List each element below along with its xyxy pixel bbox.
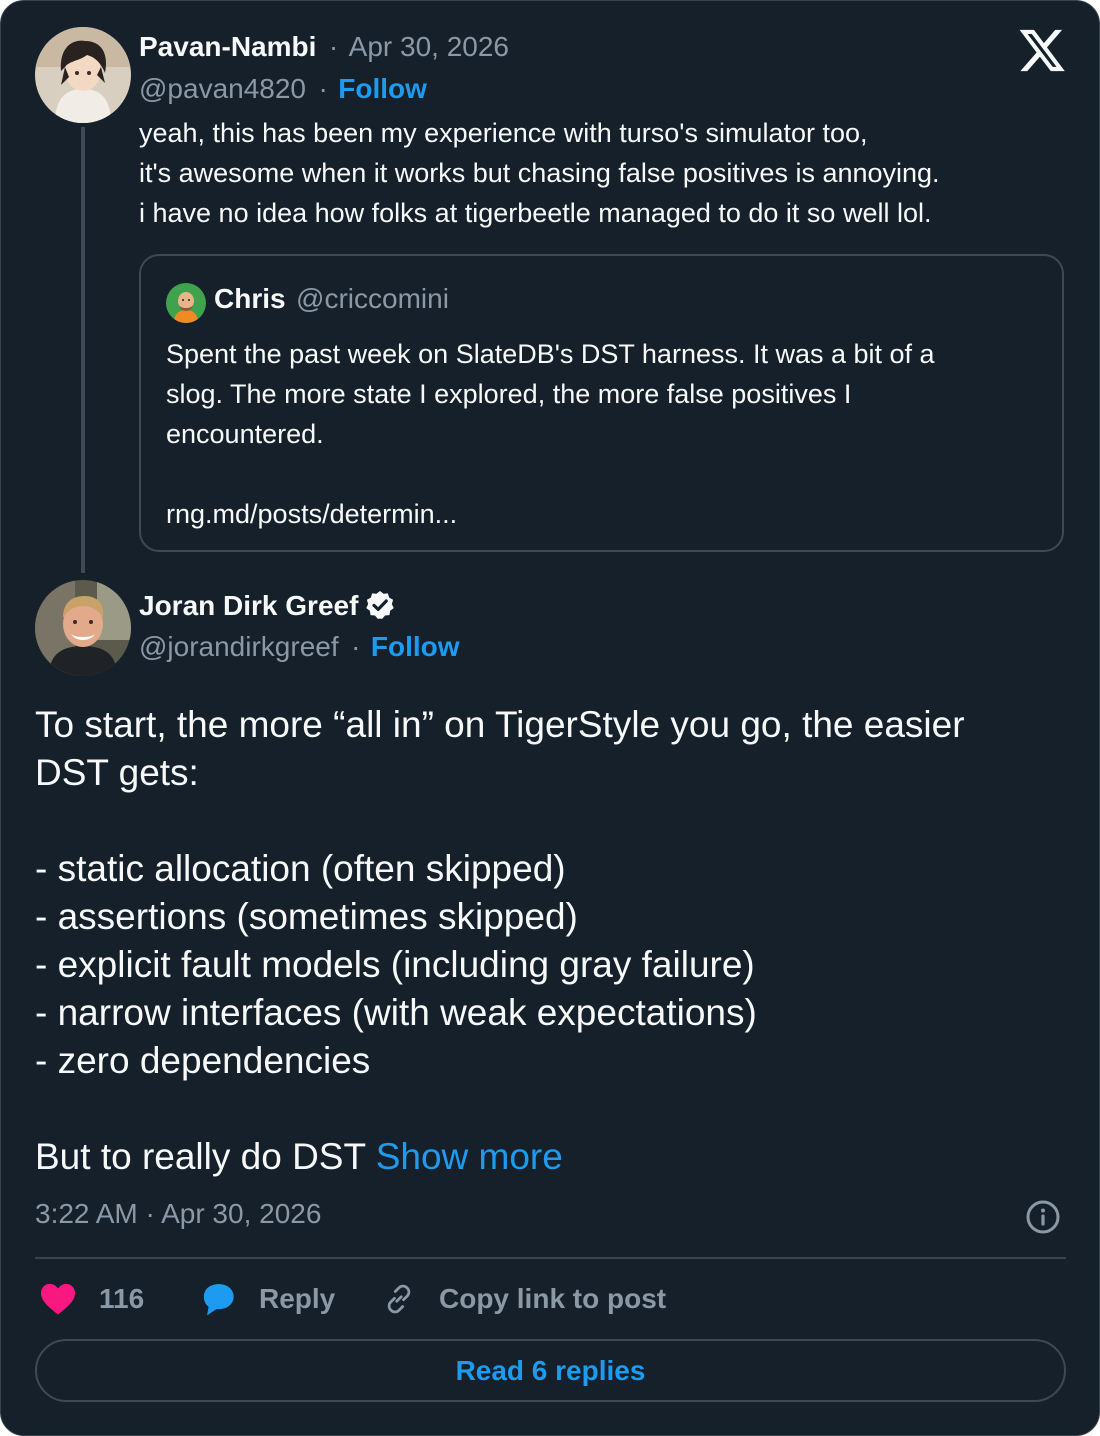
quoted-author-handle: @criccomini — [296, 283, 449, 314]
main-text-line: - assertions (sometimes skipped) — [35, 896, 578, 937]
main-text-line — [35, 797, 1065, 845]
parent-post-date[interactable]: Apr 30, 2026 — [349, 31, 509, 62]
info-icon[interactable] — [1025, 1199, 1061, 1235]
link-icon — [387, 1284, 411, 1314]
quoted-post-text: Spent the past week on SlateDB's DST har… — [166, 334, 1046, 534]
parent-text-line: it's awesome when it works but chasing f… — [139, 158, 940, 188]
main-author-name[interactable]: Joran Dirk Greef — [139, 590, 358, 621]
post-timestamp[interactable]: 3:22 AM · Apr 30, 2026 — [35, 1198, 321, 1230]
parent-author-row: Pavan-Nambi · Apr 30, 2026 — [139, 31, 509, 65]
like-count: 116 — [99, 1283, 145, 1314]
main-follow-button[interactable]: Follow — [371, 631, 460, 662]
parent-author-avatar[interactable] — [35, 27, 131, 123]
divider — [35, 1257, 1066, 1259]
quoted-text-line: encountered. — [166, 419, 324, 449]
main-handle-separator: · — [351, 631, 361, 662]
main-text-line: - explicit fault models (including gray … — [35, 944, 755, 985]
parent-text-line: i have no idea how folks at tigerbeetle … — [139, 198, 932, 228]
parent-handle-separator: · — [318, 73, 328, 104]
x-logo-icon[interactable] — [1019, 29, 1065, 73]
parent-separator: · — [328, 31, 339, 62]
quoted-post[interactable]: Chris @criccomini Spent the past week on… — [139, 254, 1064, 552]
reply-label: Reply — [259, 1283, 336, 1314]
main-text-last-line: But to really do DST Show more — [35, 1133, 1065, 1181]
quoted-post-link[interactable]: rng.md/posts/determin... — [166, 494, 1046, 534]
main-text-line — [35, 1085, 1065, 1133]
read-replies-button[interactable]: Read 6 replies — [35, 1339, 1066, 1402]
main-author-avatar[interactable] — [35, 580, 131, 676]
quoted-author-row: Chris @criccomini — [214, 283, 449, 315]
thread-connector-line — [81, 127, 85, 573]
main-text-line: - narrow interfaces (with weak expectati… — [35, 992, 757, 1033]
main-text-line: - zero dependencies — [35, 1040, 371, 1081]
parent-follow-button[interactable]: Follow — [338, 73, 427, 104]
quoted-author-name: Chris — [214, 283, 286, 314]
parent-handle-row: @pavan4820 · Follow — [139, 73, 427, 107]
reply-bubble-icon — [203, 1284, 234, 1316]
parent-post-text: yeah, this has been my experience with t… — [139, 113, 1069, 233]
main-text-line: - static allocation (often skipped) — [35, 848, 566, 889]
main-text-line: To start, the more “all in” on TigerStyl… — [35, 704, 965, 745]
embedded-post-card: Pavan-Nambi · Apr 30, 2026 @pavan4820 · … — [0, 0, 1100, 1436]
main-text-line: DST gets: — [35, 752, 199, 793]
main-author-handle[interactable]: @jorandirkgreef — [139, 631, 339, 662]
parent-text-line: yeah, this has been my experience with t… — [139, 118, 868, 148]
verified-badge-icon — [366, 591, 395, 619]
main-handle-row: @jorandirkgreef · Follow — [139, 631, 460, 667]
main-text-last: But to really do DST — [35, 1136, 376, 1177]
main-post-text: To start, the more “all in” on TigerStyl… — [35, 701, 1065, 1181]
quoted-text-line: Spent the past week on SlateDB's DST har… — [166, 339, 935, 369]
copy-link-button[interactable]: Copy link to post — [381, 1277, 666, 1321]
copy-link-label: Copy link to post — [439, 1283, 667, 1314]
main-author-row: Joran Dirk Greef — [139, 589, 396, 625]
parent-author-name[interactable]: Pavan-Nambi — [139, 31, 316, 62]
heart-icon — [41, 1283, 75, 1315]
show-more-link[interactable]: Show more — [376, 1136, 563, 1177]
quoted-text-line: slog. The more state I explored, the mor… — [166, 379, 852, 409]
parent-author-handle[interactable]: @pavan4820 — [139, 73, 306, 104]
reply-button[interactable]: Reply — [199, 1277, 335, 1321]
quoted-author-avatar — [166, 283, 206, 323]
like-button[interactable]: 116 — [39, 1277, 144, 1321]
